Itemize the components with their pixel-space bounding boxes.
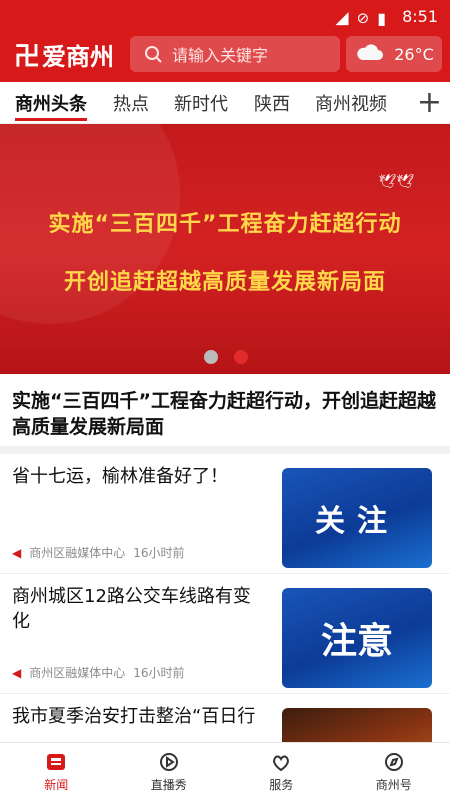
weather-widget[interactable]: 26°C: [346, 36, 442, 72]
nav-service[interactable]: 服务: [236, 743, 326, 800]
signal-off-icon: ⊘: [356, 9, 370, 27]
nav-live[interactable]: 直播秀: [124, 743, 214, 800]
status-icons: ◢ ⊘ ▮: [336, 8, 386, 28]
nav-service-label: 服务: [269, 778, 294, 792]
header: ◢ ⊘ ▮ 8:51 卍 爱商州 请输入关键字 26°C: [0, 0, 450, 82]
active-tab-underline: [15, 118, 87, 121]
news-meta: ◀ 商州区融媒体中心 16小时前: [12, 544, 185, 561]
banner-line-1: 实施“三百四千”工程奋力赶超行动: [48, 212, 402, 237]
featured-headline[interactable]: 实施“三百四千”工程奋力赶超行动，开创追赶超越高质量发展新局面: [12, 388, 436, 440]
add-tab-icon[interactable]: +: [417, 85, 442, 120]
news-title: 我市夏季治安打击整治“百日行: [12, 706, 256, 727]
nav-shangzhou-account-label: 商州号: [375, 778, 412, 792]
status-time: 8:51: [402, 7, 438, 26]
news-title: 省十七运，榆林准备好了！: [12, 466, 228, 487]
news-item[interactable]: 商州城区12路公交车线路有变化 ◀ 商州区融媒体中心 16小时前 注意: [0, 574, 450, 694]
news-item[interactable]: 省十七运，榆林准备好了！ ◀ 商州区融媒体中心 16小时前 关注: [0, 454, 450, 574]
carousel-dots: [204, 350, 248, 364]
nav-shangzhou-account[interactable]: 商州号: [349, 743, 439, 800]
speaker-icon: ◀: [12, 545, 22, 560]
nav-news-label: 新闻: [44, 778, 69, 792]
logo-mark-icon: 卍: [14, 42, 41, 72]
category-tabs: 商州头条 热点 新时代 陕西 商州视频 +: [0, 82, 450, 124]
dove-icon: 🕊🕊: [378, 174, 414, 190]
news-title: 商州城区12路公交车线路有变化: [12, 586, 251, 632]
banner-line-2: 开创追赶超越高质量发展新局面: [63, 270, 386, 295]
bottom-navigation: 新闻 直播秀 服务 商州号: [0, 742, 450, 800]
logo-text: 爱商州: [42, 43, 115, 71]
news-source: 商州区融媒体中心: [29, 546, 126, 560]
tab-shangzhou-headlines[interactable]: 商州头条: [15, 90, 87, 116]
service-icon: [236, 751, 326, 773]
wifi-icon: ◢: [335, 8, 349, 28]
temperature: 26°C: [394, 44, 434, 64]
news-icon: [11, 751, 101, 773]
cloud-icon: [354, 42, 384, 66]
speaker-icon: ◀: [12, 665, 22, 680]
tab-new-era[interactable]: 新时代: [174, 90, 228, 116]
app-logo: 卍 爱商州: [14, 36, 114, 73]
tab-shaanxi[interactable]: 陕西: [254, 90, 290, 116]
nav-news[interactable]: 新闻: [11, 743, 101, 800]
status-bar: ◢ ⊘ ▮ 8:51: [0, 0, 450, 32]
search-placeholder: 请输入关键字: [172, 46, 269, 65]
news-time: 16小时前: [133, 546, 185, 560]
news-thumbnail: 注意: [282, 588, 432, 688]
search-box[interactable]: 请输入关键字: [130, 36, 340, 72]
tab-shangzhou-video[interactable]: 商州视频: [315, 90, 387, 116]
banner-carousel[interactable]: 🕊🕊 实施“三百四千”工程奋力赶超行动 开创追赶超越高质量发展新局面: [0, 124, 450, 374]
search-icon: [145, 46, 162, 63]
news-source: 商州区融媒体中心: [29, 666, 126, 680]
battery-icon: ▮: [377, 8, 386, 28]
news-meta: ◀ 商州区融媒体中心 16小时前: [12, 664, 185, 681]
news-thumbnail: 关注: [282, 468, 432, 568]
carousel-dot-1[interactable]: [204, 350, 218, 364]
section-separator: [0, 446, 450, 454]
live-icon: [124, 751, 214, 773]
carousel-dot-2[interactable]: [234, 350, 248, 364]
tab-hotspot[interactable]: 热点: [113, 90, 149, 116]
nav-live-label: 直播秀: [150, 778, 187, 792]
compass-icon: [349, 751, 439, 773]
news-time: 16小时前: [133, 666, 185, 680]
